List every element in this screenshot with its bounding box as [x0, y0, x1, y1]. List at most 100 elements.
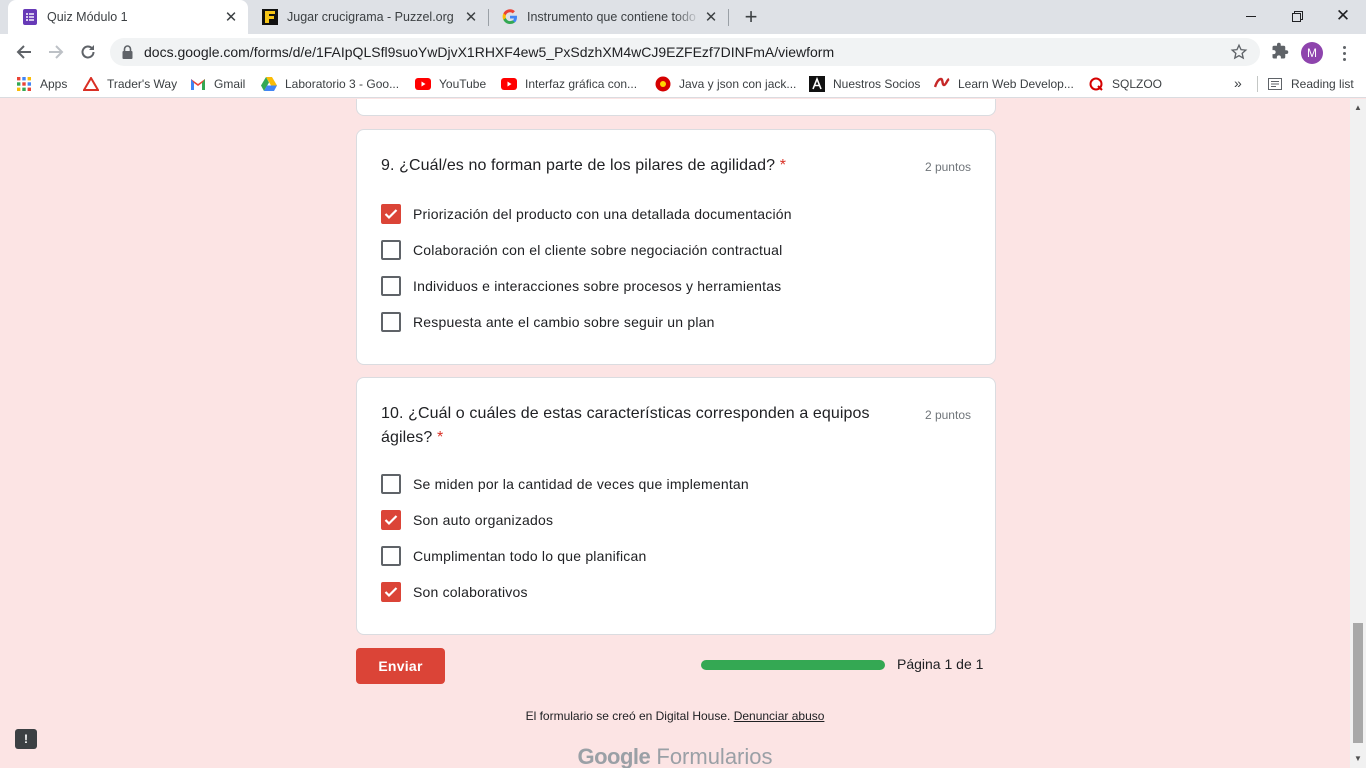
bookmark-traders-way[interactable]: Trader's Way — [83, 75, 177, 93]
divider — [1257, 76, 1258, 92]
google-forms-icon — [22, 9, 38, 25]
option-label: Colaboración con el cliente sobre negoci… — [413, 242, 783, 258]
url-text: docs.google.com/forms/d/e/1FAIpQLSfl9suo… — [144, 44, 835, 60]
java-site-icon — [655, 76, 671, 92]
checkbox-checked[interactable] — [381, 204, 401, 224]
close-icon[interactable]: ✕ — [220, 8, 242, 26]
bookmark-java-json[interactable]: Java y json con jack... — [655, 75, 796, 93]
gmail-icon — [190, 76, 206, 92]
question-text: ágiles? — [381, 429, 433, 446]
bookmarks-bar: Apps Trader's Way Gmail Laboratorio 3 - … — [0, 70, 1366, 98]
checkbox-option[interactable]: Son auto organizados — [381, 509, 553, 531]
menu-kebab-icon[interactable] — [1336, 42, 1352, 64]
feedback-icon[interactable]: ! — [15, 729, 37, 749]
bookmark-interfaz[interactable]: Interfaz gráfica con... — [501, 75, 637, 93]
checkbox-unchecked[interactable] — [381, 312, 401, 332]
extensions-puzzle-icon[interactable] — [1271, 42, 1289, 65]
reading-list-label: Reading list — [1291, 77, 1354, 91]
report-abuse-link[interactable]: Denunciar abuso — [734, 709, 825, 723]
google-wordmark: Google — [577, 744, 651, 768]
checkbox-option[interactable]: Son colaborativos — [381, 581, 528, 603]
checkbox-checked[interactable] — [381, 510, 401, 530]
tab-bar: Quiz Módulo 1 ✕ Jugar crucigrama - Puzze… — [0, 0, 1366, 34]
checkbox-option[interactable]: Cumplimentan todo lo que planifican — [381, 545, 646, 567]
google-forms-logo: Google Formularios — [0, 744, 1350, 768]
web-dev-icon — [934, 76, 950, 92]
checkbox-option[interactable]: Individuos e interacciones sobre proceso… — [381, 275, 781, 297]
bookmark-label: Apps — [40, 77, 68, 91]
a-logo-icon — [809, 76, 825, 92]
question-text: 9. ¿Cuál/es no forman parte de los pilar… — [381, 157, 776, 174]
lock-icon[interactable] — [122, 45, 133, 64]
bookmark-label: Learn Web Develop... — [958, 77, 1074, 91]
back-button[interactable] — [11, 39, 37, 65]
forward-button[interactable] — [43, 39, 69, 65]
bookmark-nuestros-socios[interactable]: Nuestros Socios — [809, 75, 920, 93]
bookmark-learn-web-dev[interactable]: Learn Web Develop... — [934, 75, 1074, 93]
previous-question-card — [356, 99, 996, 116]
option-label: Son auto organizados — [413, 512, 554, 528]
scroll-up-icon[interactable]: ▲ — [1354, 103, 1362, 112]
scrollbar-thumb[interactable] — [1353, 623, 1363, 743]
google-drive-icon — [261, 76, 277, 92]
close-icon[interactable]: ✕ — [460, 8, 482, 26]
tab-quiz[interactable]: Quiz Módulo 1 ✕ — [8, 0, 248, 34]
puzzel-icon — [262, 9, 278, 25]
footer-text: El formulario se creó en Digital House. — [525, 709, 731, 723]
restore-button[interactable] — [1274, 0, 1320, 32]
scroll-down-icon[interactable]: ▼ — [1354, 754, 1362, 763]
checkbox-option[interactable]: Respuesta ante el cambio sobre seguir un… — [381, 311, 715, 333]
question-title: 9. ¿Cuál/es no forman parte de los pilar… — [381, 154, 786, 178]
youtube-icon — [501, 76, 517, 92]
checkbox-unchecked[interactable] — [381, 546, 401, 566]
tab-separator — [728, 9, 729, 26]
required-asterisk: * — [779, 157, 787, 174]
submit-button[interactable]: Enviar — [356, 648, 445, 684]
option-label: Son colaborativos — [413, 584, 528, 600]
reload-button[interactable] — [75, 39, 101, 65]
bookmarks-overflow-button[interactable]: » — [1234, 75, 1242, 91]
reading-list-button[interactable]: Reading list — [1267, 75, 1354, 93]
browser-toolbar: docs.google.com/forms/d/e/1FAIpQLSfl9suo… — [0, 34, 1366, 70]
bookmark-youtube[interactable]: YouTube — [415, 75, 486, 93]
close-window-button[interactable]: ✕ — [1320, 0, 1366, 32]
new-tab-button[interactable]: + — [738, 4, 764, 30]
close-icon[interactable]: ✕ — [700, 8, 722, 26]
tab-title: Instrumento que contiene todo el — [527, 10, 700, 24]
checkbox-unchecked[interactable] — [381, 276, 401, 296]
bookmark-laboratorio[interactable]: Laboratorio 3 - Goo... — [261, 75, 399, 93]
form-page: 9. ¿Cuál/es no forman parte de los pilar… — [0, 99, 1350, 768]
bookmark-label: SQLZOO — [1112, 77, 1163, 91]
scrollbar[interactable]: ▲ ▼ — [1350, 99, 1366, 768]
sqlzoo-icon — [1088, 76, 1104, 92]
option-label: Se miden por la cantidad de veces que im… — [413, 476, 749, 492]
profile-avatar[interactable]: M — [1301, 42, 1323, 64]
arrow-left-icon — [16, 45, 31, 59]
checkbox-option[interactable]: Se miden por la cantidad de veces que im… — [381, 473, 749, 495]
question-title: 10. ¿Cuál o cuáles de estas característi… — [381, 402, 881, 450]
tab-puzzel[interactable]: Jugar crucigrama - Puzzel.org ✕ — [248, 0, 488, 34]
tab-title: Jugar crucigrama - Puzzel.org — [287, 10, 454, 24]
bookmark-sqlzoo[interactable]: SQLZOO — [1088, 75, 1162, 93]
tab-instrumento[interactable]: Instrumento que contiene todo el ✕ — [488, 0, 728, 34]
address-bar[interactable]: docs.google.com/forms/d/e/1FAIpQLSfl9suo… — [110, 38, 1260, 66]
checkbox-option[interactable]: Colaboración con el cliente sobre negoci… — [381, 239, 782, 261]
bookmark-star-icon[interactable] — [1230, 43, 1248, 66]
bookmark-gmail[interactable]: Gmail — [190, 75, 245, 93]
progress-bar — [701, 660, 885, 670]
minimize-button[interactable] — [1228, 0, 1274, 32]
bookmark-apps[interactable]: Apps — [16, 75, 67, 93]
tab-title: Quiz Módulo 1 — [47, 10, 128, 24]
checkbox-unchecked[interactable] — [381, 240, 401, 260]
checkbox-option[interactable]: Priorización del producto con una detall… — [381, 203, 792, 225]
checkbox-checked[interactable] — [381, 582, 401, 602]
required-asterisk: * — [436, 429, 444, 446]
arrow-right-icon — [49, 45, 64, 59]
google-g-icon — [502, 9, 518, 25]
bookmark-label: Java y json con jack... — [679, 77, 797, 91]
form-footer: El formulario se creó en Digital House. … — [0, 709, 1350, 723]
question-card-9: 9. ¿Cuál/es no forman parte de los pilar… — [356, 129, 996, 365]
checkbox-unchecked[interactable] — [381, 474, 401, 494]
check-icon — [384, 209, 398, 220]
bookmark-label: Nuestros Socios — [833, 77, 921, 91]
